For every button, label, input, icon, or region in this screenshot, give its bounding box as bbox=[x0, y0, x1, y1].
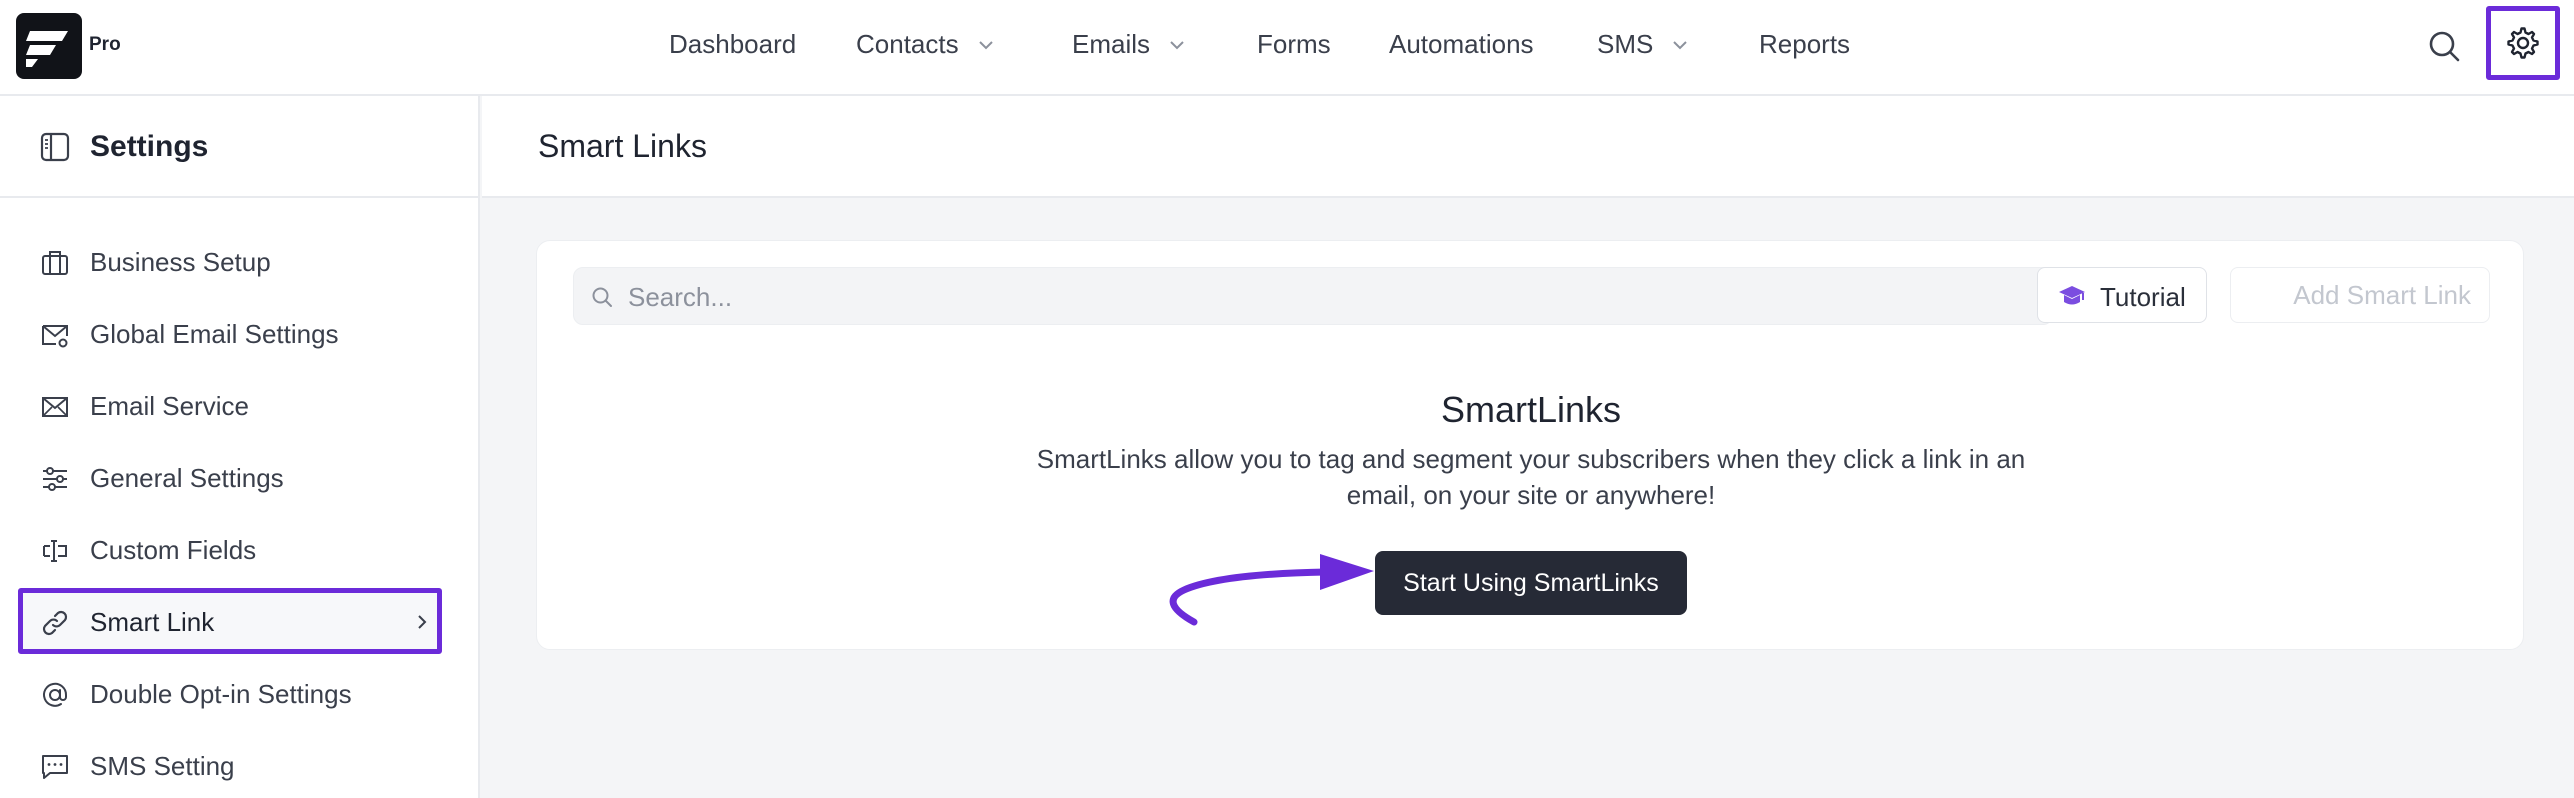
sidebar-item-business-setup[interactable]: Business Setup bbox=[18, 228, 442, 294]
sidebar-item-custom-fields[interactable]: Custom Fields bbox=[18, 516, 442, 582]
settings-sidebar: Settings Business Setup Global Email Set… bbox=[0, 96, 480, 798]
nav-contacts[interactable]: Contacts bbox=[856, 29, 995, 60]
link-icon bbox=[42, 610, 68, 636]
start-using-smartlinks-button[interactable]: Start Using SmartLinks bbox=[1375, 551, 1687, 615]
text-field-icon bbox=[43, 540, 67, 562]
empty-state-description: SmartLinks allow you to tag and segment … bbox=[1036, 444, 2026, 510]
nav-automations-label: Automations bbox=[1389, 29, 1534, 59]
pro-badge: Pro bbox=[89, 34, 121, 55]
page-title: Smart Links bbox=[538, 128, 707, 164]
sidebar-item-label: Custom Fields bbox=[90, 535, 257, 565]
fluentcrm-logo-icon[interactable] bbox=[16, 13, 82, 79]
smart-links-card: Tutorial Add Smart Link SmartLinks Smart… bbox=[536, 240, 2524, 650]
add-smart-link-button[interactable]: Add Smart Link bbox=[2230, 267, 2490, 323]
sidebar-item-smart-link[interactable]: Smart Link bbox=[18, 588, 442, 654]
top-navigation-bar: Pro Dashboard Contacts Emails Forms Auto… bbox=[0, 0, 2574, 96]
sidebar-item-global-email-settings[interactable]: Global Email Settings bbox=[18, 300, 442, 366]
nav-emails-label: Emails bbox=[1072, 29, 1151, 59]
at-sign-icon bbox=[43, 682, 68, 707]
mail-settings-icon bbox=[42, 325, 68, 348]
search-box bbox=[573, 267, 2053, 326]
sidebar-item-label: Business Setup bbox=[90, 247, 271, 277]
nav-dashboard-label: Dashboard bbox=[669, 29, 797, 59]
sidebar-item-double-opt-in-settings[interactable]: Double Opt-in Settings bbox=[18, 660, 442, 726]
nav-forms-label: Forms bbox=[1257, 29, 1331, 59]
sidebar-item-email-service[interactable]: Email Service bbox=[18, 372, 442, 438]
sidebar-item-label: General Settings bbox=[90, 463, 284, 493]
tutorial-button[interactable]: Tutorial bbox=[2037, 267, 2207, 323]
chevron-down-icon bbox=[1673, 40, 1688, 49]
tutorial-label: Tutorial bbox=[2100, 282, 2186, 312]
nav-forms[interactable]: Forms bbox=[1257, 29, 1331, 60]
sliders-icon bbox=[43, 467, 67, 491]
chevron-down-icon bbox=[1170, 40, 1184, 49]
sidebar-item-label: SMS Setting bbox=[90, 751, 235, 781]
nav-reports[interactable]: Reports bbox=[1759, 29, 1850, 60]
settings-button[interactable] bbox=[2486, 6, 2560, 80]
graduation-cap-icon bbox=[2059, 286, 2085, 305]
annotation-arrow-icon bbox=[1169, 554, 1374, 626]
chevron-right-icon bbox=[418, 615, 427, 629]
search-input[interactable] bbox=[628, 268, 2028, 326]
send-mail-icon bbox=[42, 397, 68, 417]
search-icon[interactable] bbox=[2424, 26, 2464, 66]
search-icon bbox=[592, 287, 612, 307]
gear-icon bbox=[2507, 27, 2539, 59]
briefcase-icon bbox=[42, 251, 68, 275]
nav-sms-label: SMS bbox=[1597, 29, 1654, 59]
nav-dashboard[interactable]: Dashboard bbox=[669, 29, 796, 60]
nav-contacts-label: Contacts bbox=[856, 29, 959, 59]
sidebar-item-label: Global Email Settings bbox=[90, 319, 339, 349]
sidebar-title: Settings bbox=[90, 130, 209, 163]
sidebar-item-general-settings[interactable]: General Settings bbox=[18, 444, 442, 510]
chevron-down-icon bbox=[978, 40, 993, 49]
nav-automations[interactable]: Automations bbox=[1389, 29, 1534, 60]
sidebar-item-label: Double Opt-in Settings bbox=[90, 679, 352, 709]
sidebar-header: Settings bbox=[0, 96, 478, 198]
sidebar-item-label: Email Service bbox=[90, 391, 249, 421]
sidebar-item-label: Smart Link bbox=[90, 607, 215, 637]
nav-reports-label: Reports bbox=[1759, 29, 1851, 59]
sidebar-toggle-icon[interactable] bbox=[40, 132, 70, 162]
message-icon bbox=[42, 755, 68, 779]
main-header: Smart Links bbox=[482, 96, 2574, 198]
nav-emails[interactable]: Emails bbox=[1072, 29, 1186, 60]
nav-sms[interactable]: SMS bbox=[1597, 29, 1689, 60]
empty-state-title: SmartLinks bbox=[1440, 389, 1622, 430]
sidebar-item-sms-setting[interactable]: SMS Setting bbox=[18, 732, 442, 798]
